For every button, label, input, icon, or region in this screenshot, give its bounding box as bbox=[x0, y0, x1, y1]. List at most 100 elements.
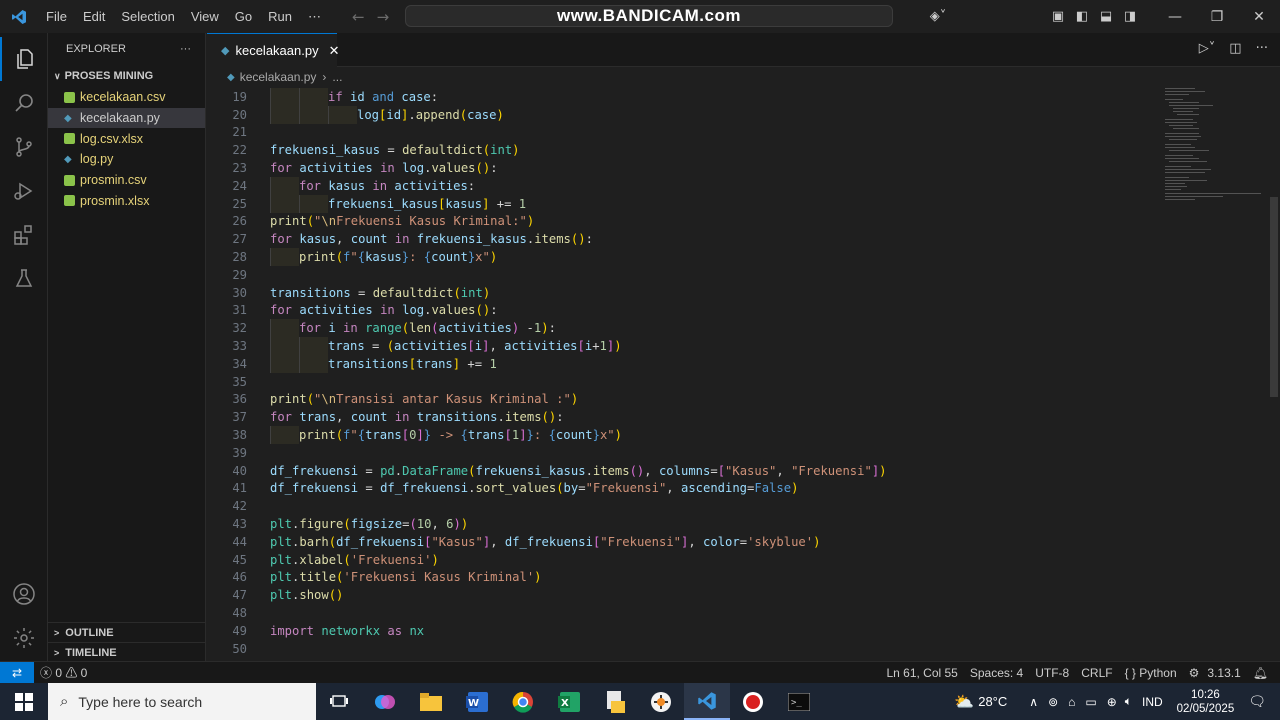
search-icon[interactable] bbox=[0, 81, 48, 125]
toggle-panel-icon[interactable]: ⬓ bbox=[1094, 0, 1118, 33]
code-text: df_frekuensi = df_frekuensi.sort_values(… bbox=[270, 481, 799, 496]
end-of-line[interactable]: CRLF bbox=[1075, 666, 1118, 680]
task-view-icon[interactable] bbox=[316, 683, 362, 720]
globe-icon[interactable]: ⊕ bbox=[1107, 695, 1117, 709]
menu-item-view[interactable]: View bbox=[183, 9, 227, 25]
chrome-app-icon[interactable] bbox=[500, 683, 546, 720]
run-file-icon[interactable]: ▷˅ bbox=[1199, 41, 1216, 56]
file-explorer-app-icon[interactable] bbox=[408, 683, 454, 720]
customize-layout-icon[interactable]: ▣ bbox=[1046, 0, 1070, 33]
svg-text:W: W bbox=[468, 698, 479, 709]
indent-guide bbox=[299, 337, 328, 355]
code-line: 20 log[id].append(case) bbox=[207, 105, 1157, 124]
source-control-icon[interactable] bbox=[0, 125, 48, 169]
restore-button[interactable]: ❐ bbox=[1196, 0, 1238, 33]
scrollbar-thumb[interactable] bbox=[1270, 197, 1278, 397]
more-actions-icon[interactable]: ··· bbox=[180, 43, 191, 55]
minimize-button[interactable]: — bbox=[1154, 0, 1196, 33]
battery-icon[interactable]: ▭ bbox=[1085, 695, 1096, 709]
folder-proses-mining[interactable]: ∨ PROSES MINING bbox=[48, 65, 205, 87]
account-icon[interactable] bbox=[0, 572, 48, 616]
tab-label: kecelakaan.py bbox=[235, 43, 319, 58]
taskbar-search-box[interactable]: ⌕ Type here to search bbox=[48, 683, 316, 720]
file-item[interactable]: prosmin.xlsx bbox=[48, 190, 205, 211]
file-name: kecelakaan.py bbox=[80, 111, 160, 126]
tab-kecelakaan-py[interactable]: ◆ kecelakaan.py ✕ bbox=[207, 33, 340, 67]
file-item[interactable]: prosmin.csv bbox=[48, 170, 205, 191]
file-item[interactable]: ◆ log.py bbox=[48, 149, 205, 170]
code-line: 40 df_frekuensi = pd.DataFrame(frekuensi_… bbox=[207, 462, 1157, 480]
outline-section[interactable]: > OUTLINE bbox=[48, 622, 206, 642]
terminal-app-icon[interactable]: >_ bbox=[776, 683, 822, 720]
word-app-icon[interactable]: W bbox=[454, 683, 500, 720]
menu-item-selection[interactable]: Selection bbox=[113, 9, 182, 25]
close-tab-icon[interactable]: ✕ bbox=[329, 43, 340, 59]
excel-app-icon[interactable]: X bbox=[546, 683, 592, 720]
editor-more-icon[interactable]: ··· bbox=[1256, 41, 1268, 56]
vscode-app-icon[interactable] bbox=[684, 683, 730, 720]
clock[interactable]: 10:26 02/05/2025 bbox=[1177, 688, 1235, 716]
weather-temp[interactable]: 28°C bbox=[978, 694, 1007, 709]
python-version[interactable]: 3.13.1 bbox=[1201, 666, 1246, 680]
weather-icon[interactable]: ⛅ bbox=[954, 692, 974, 712]
split-editor-icon[interactable]: ◫ bbox=[1229, 41, 1241, 56]
forward-arrow-icon[interactable]: → bbox=[377, 8, 402, 26]
minimap[interactable] bbox=[1163, 87, 1268, 207]
csv-file-icon bbox=[64, 91, 75, 103]
menu-item-edit[interactable]: Edit bbox=[75, 9, 113, 25]
file-item[interactable]: log.csv.xlsx bbox=[48, 128, 205, 149]
code-editor[interactable]: 19 if id and case: 20 log[id].append(case) 2… bbox=[207, 87, 1267, 661]
menu-item-go[interactable]: Go bbox=[227, 9, 260, 25]
python-env-icon[interactable]: ⚙ bbox=[1183, 666, 1202, 680]
indentation[interactable]: Spaces: 4 bbox=[964, 666, 1029, 680]
close-window-button[interactable]: ✕ bbox=[1238, 0, 1280, 33]
code-text: print("\nFrekuensi Kasus Kriminal:") bbox=[270, 214, 535, 229]
testing-icon[interactable] bbox=[0, 257, 48, 301]
explorer-icon[interactable] bbox=[0, 37, 48, 81]
back-arrow-icon[interactable]: ← bbox=[352, 8, 377, 26]
notifications-bell-icon[interactable]: 🔔︎ bbox=[1247, 666, 1280, 680]
code-line: 30 transitions = defaultdict(int) bbox=[207, 284, 1157, 302]
notification-center-icon[interactable]: 🗨 bbox=[1248, 693, 1266, 710]
menu-item-more[interactable]: ⋯ bbox=[300, 9, 329, 25]
copilot-app-icon[interactable] bbox=[362, 683, 408, 720]
problems-indicator[interactable]: ⓧ 0 ⚠ 0 bbox=[34, 664, 93, 681]
file-item[interactable]: ◆ kecelakaan.py bbox=[48, 107, 205, 129]
code-text: frekuensi_kasus = defaultdict(int) bbox=[270, 143, 520, 158]
volume-icon[interactable]: 🔈︎ bbox=[1125, 694, 1132, 709]
network-icon[interactable]: ⌂ bbox=[1068, 695, 1075, 709]
line-number: 42 bbox=[232, 499, 247, 514]
timeline-section[interactable]: > TIMELINE bbox=[48, 642, 206, 662]
breadcrumb-more[interactable]: ... bbox=[332, 70, 342, 84]
manage-gear-icon[interactable] bbox=[0, 616, 48, 660]
windows-start-icon[interactable] bbox=[0, 683, 48, 720]
code-line: 27 for kasus, count in frekuensi_kasus.it… bbox=[207, 230, 1157, 248]
menu-item-file[interactable]: File bbox=[38, 9, 75, 25]
file-name: kecelakaan.csv bbox=[80, 90, 166, 105]
file-manager-app-icon[interactable] bbox=[592, 683, 638, 720]
toggle-sidebar-icon[interactable]: ◧ bbox=[1070, 0, 1094, 33]
meet-now-icon[interactable]: ⊚ bbox=[1048, 695, 1058, 709]
file-item[interactable]: kecelakaan.csv bbox=[48, 87, 205, 108]
line-number: 48 bbox=[232, 606, 247, 621]
extensions-icon[interactable] bbox=[0, 213, 48, 257]
command-center[interactable]: www.BANDICAM.com bbox=[405, 5, 893, 27]
encoding[interactable]: UTF-8 bbox=[1029, 666, 1075, 680]
remote-indicator-icon[interactable]: ⇄ bbox=[0, 661, 34, 684]
run-debug-icon[interactable] bbox=[0, 169, 48, 213]
line-number: 40 bbox=[232, 463, 247, 478]
copilot-icon[interactable]: ◈˅ bbox=[920, 0, 956, 33]
media-app-icon[interactable] bbox=[638, 683, 684, 720]
show-hidden-icons-icon[interactable]: ∧ bbox=[1029, 695, 1038, 709]
breadcrumb-file[interactable]: kecelakaan.py bbox=[240, 70, 317, 84]
file-name: log.csv.xlsx bbox=[80, 131, 143, 146]
cursor-position[interactable]: Ln 61, Col 55 bbox=[880, 666, 963, 680]
line-number: 22 bbox=[232, 143, 247, 158]
toggle-secondary-sidebar-icon[interactable]: ◨ bbox=[1118, 0, 1142, 33]
bandicam-record-icon[interactable] bbox=[730, 683, 776, 720]
line-number: 33 bbox=[232, 339, 247, 354]
input-language[interactable]: IND bbox=[1142, 695, 1163, 709]
indent-guide bbox=[270, 337, 299, 355]
menu-item-run[interactable]: Run bbox=[260, 9, 300, 25]
language-mode[interactable]: { } Python bbox=[1119, 666, 1183, 680]
